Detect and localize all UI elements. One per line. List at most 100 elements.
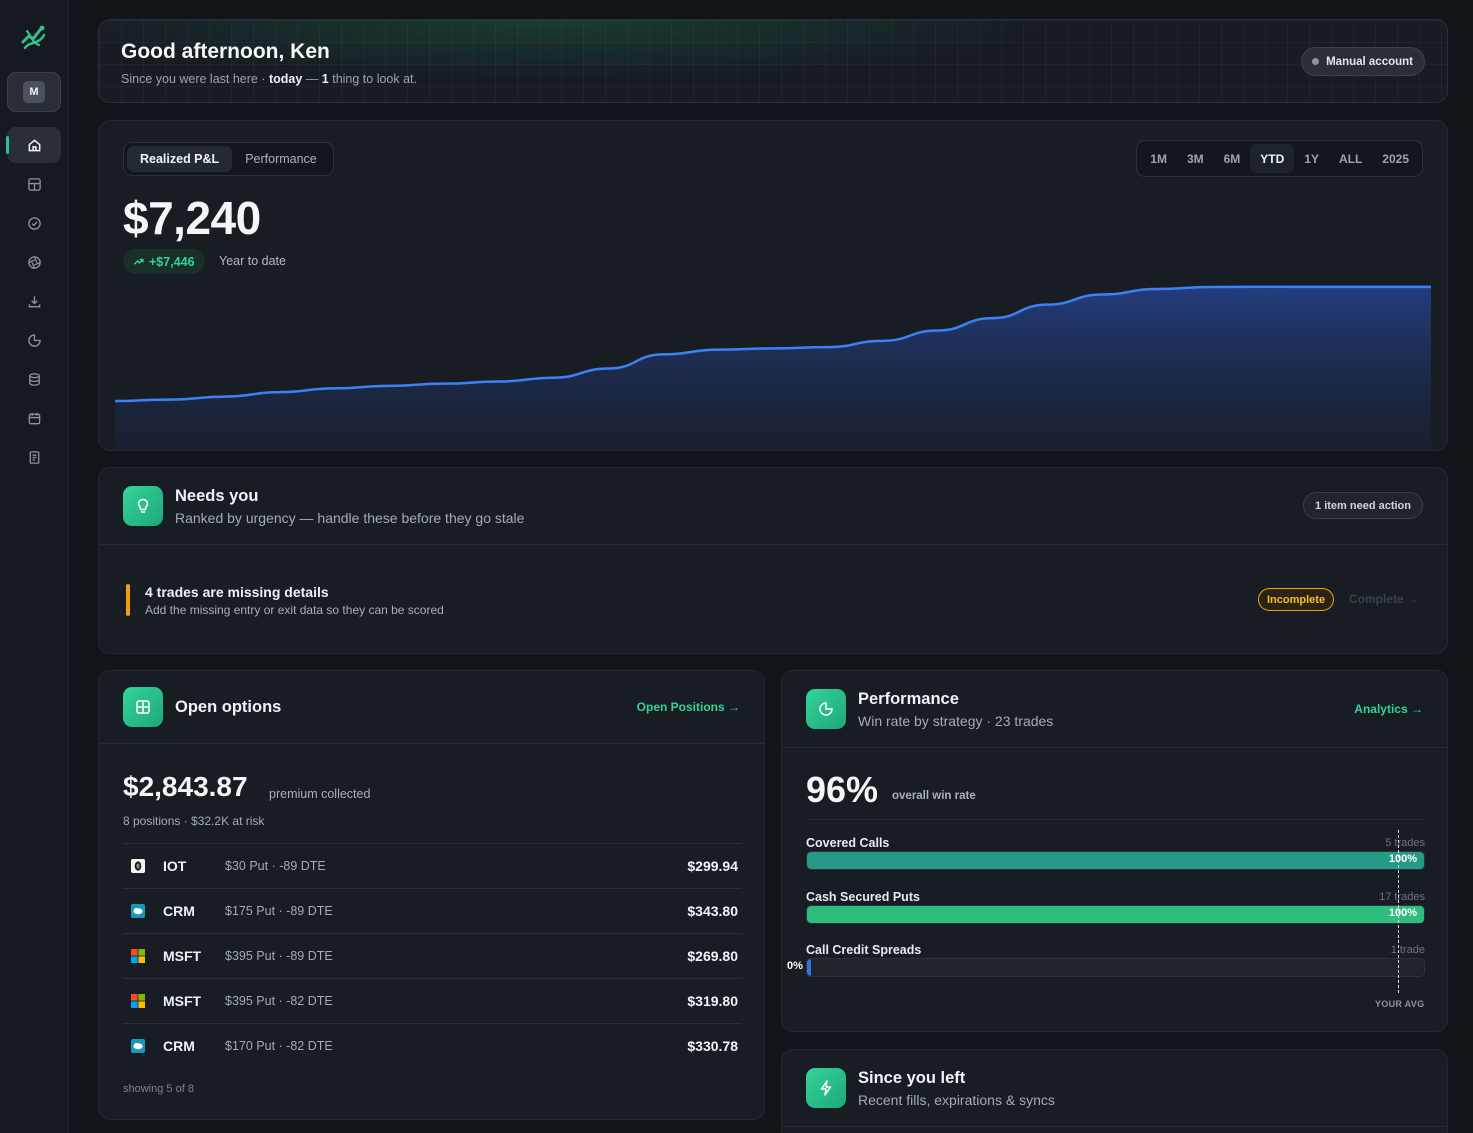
divider [806,819,1423,820]
pnl-card: Realized P&L Performance 1M 3M 6M YTD 1Y… [98,120,1448,451]
needs-you-card: Needs you Ranked by urgency — handle the… [98,467,1448,654]
greeting-title: Good afternoon, Ken [121,40,330,63]
analytics-link[interactable]: Analytics → [1354,702,1423,716]
position-row[interactable]: IOT $30 Put · -89 DTE $299.94 [123,843,742,888]
pie-chart-icon [27,333,41,347]
position-premium: $343.80 [687,903,738,919]
greeting-banner: Good afternoon, Ken Since you were last … [98,19,1448,103]
positions-list: IOT $30 Put · -89 DTE $299.94 CRM $175 P… [123,843,742,1068]
alert-description: Add the missing entry or exit data so th… [145,603,444,617]
range-ytd[interactable]: YTD [1250,144,1295,173]
open-options-card: Open options Open Positions → $2,843.87 … [98,670,765,1120]
divider [782,747,1447,748]
chart-area-fill [115,286,1431,450]
pnl-area-chart [114,285,1431,450]
nav-journal[interactable] [7,439,61,475]
needs-you-subtitle: Ranked by urgency — handle these before … [175,510,525,526]
nav-import[interactable] [7,283,61,319]
notebook-icon [29,450,39,464]
position-symbol: CRM [163,903,195,919]
position-description: $395 Put · -89 DTE [225,949,333,963]
nav-analytics[interactable] [7,322,61,358]
position-premium: $299.94 [687,858,738,874]
nav-home[interactable] [6,127,61,163]
manual-account-badge[interactable]: Manual account [1301,47,1425,76]
position-symbol: MSFT [163,948,202,964]
nav-tasks[interactable] [7,205,61,241]
nav-layout[interactable] [7,166,61,202]
position-row[interactable]: MSFT $395 Put · -82 DTE $319.80 [123,978,742,1023]
pie-chart-icon [819,702,833,716]
position-symbol: CRM [163,1038,195,1054]
win-rate-value: 100% [1388,907,1417,919]
tab-performance[interactable]: Performance [232,146,330,172]
alert-title[interactable]: 4 trades are missing details [145,584,329,600]
open-positions-link[interactable]: Open Positions → [637,700,740,714]
needs-you-title: Needs you [175,487,259,505]
divider [782,1126,1447,1127]
range-3m[interactable]: 3M [1177,144,1214,173]
greeting-subtitle: Since you were last here · today — 1 thi… [121,72,418,86]
nav-calendar[interactable] [7,400,61,436]
performance-subtitle: Win rate by strategy · 23 trades [858,713,1054,729]
win-rate-fill [807,959,811,976]
needs-you-tile [123,486,163,526]
win-rate-bar [806,905,1425,924]
lightbulb-icon [137,498,149,513]
salesforce-logo-icon [131,1039,145,1053]
since-you-left-title: Since you left [858,1069,966,1087]
tab-realized-pnl[interactable]: Realized P&L [127,146,233,172]
range-6m[interactable]: 6M [1214,144,1251,173]
position-premium: $330.78 [687,1038,738,1054]
win-rate-bar [806,851,1425,870]
position-premium: $269.80 [687,948,738,964]
alert-severity-bar [126,584,130,616]
since-you-left-card: Since you left Recent fills, expirations… [781,1049,1448,1133]
range-2025[interactable]: 2025 [1372,144,1419,173]
download-icon [28,295,40,307]
performance-tile [806,689,846,729]
average-marker-line [1398,830,1400,993]
positions-meta: 8 positions · $32.2K at risk [123,814,265,828]
position-row[interactable]: CRM $170 Put · -82 DTE $330.78 [123,1023,742,1068]
position-description: $170 Put · -82 DTE [225,1039,333,1053]
position-row[interactable]: CRM $175 Put · -89 DTE $343.80 [123,888,742,933]
pnl-period-label: Year to date [219,254,286,268]
status-dot-icon [1312,58,1320,65]
divider [99,743,764,744]
overall-win-rate: 96% [806,769,879,810]
pnl-value: $7,240 [123,192,261,244]
nav-data[interactable] [7,361,61,397]
status-badge-incomplete: Incomplete [1258,588,1335,611]
iot-logo-icon [131,859,145,873]
app-logo-icon[interactable] [20,23,48,51]
position-row[interactable]: MSFT $395 Put · -89 DTE $269.80 [123,933,742,978]
calendar-icon [28,412,40,424]
range-1m[interactable]: 1M [1140,144,1177,173]
range-all[interactable]: ALL [1329,144,1372,173]
layout-icon [136,700,150,714]
win-rate-value: 0% [787,960,803,972]
database-icon [28,372,40,386]
complete-link[interactable]: Complete → [1349,592,1419,606]
position-description: $30 Put · -89 DTE [225,859,326,873]
action-count-badge: 1 item need action [1303,492,1423,519]
performance-title: Performance [858,690,959,708]
position-description: $175 Put · -89 DTE [225,904,333,918]
nav-explore[interactable] [7,244,61,280]
account-switcher[interactable]: M [7,72,61,112]
since-you-left-tile [806,1068,846,1108]
microsoft-logo-icon [131,949,145,963]
pnl-view-toggle: Realized P&L Performance [123,142,334,176]
avatar: M [23,81,45,103]
open-options-title: Open options [175,698,282,716]
home-icon [28,138,40,151]
since-you-left-subtitle: Recent fills, expirations & syncs [858,1092,1055,1108]
premium-collected-value: $2,843.87 [123,771,248,802]
divider [99,544,1447,545]
range-1y[interactable]: 1Y [1294,144,1329,173]
average-marker-label: YOUR AVG [1375,999,1425,1009]
layout-icon [27,177,41,191]
salesforce-logo-icon [131,904,145,918]
showing-count: showing 5 of 8 [123,1083,194,1095]
